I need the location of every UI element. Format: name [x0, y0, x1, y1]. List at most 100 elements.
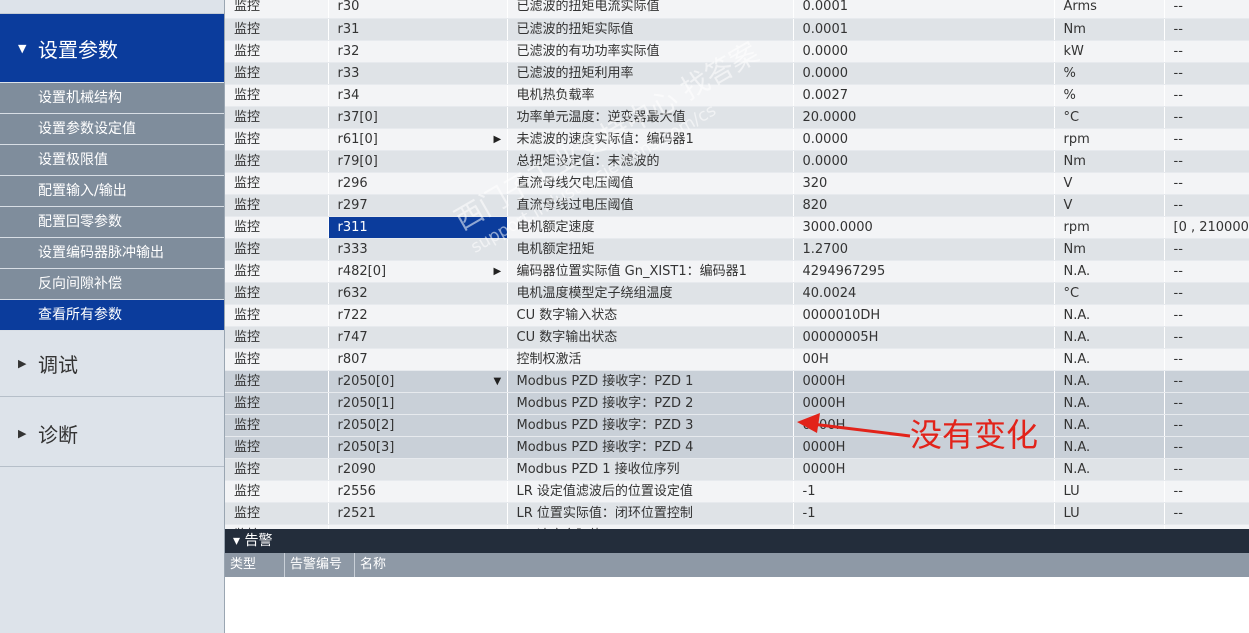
row-type[interactable]: 监控	[225, 106, 329, 129]
row-value[interactable]: 0.0027	[793, 84, 1055, 107]
row-param-number[interactable]: r2050[3]	[328, 436, 508, 459]
table-row[interactable]: 监控 r2556 LR 设定值滤波后的位置设定值 -1 LU --	[225, 480, 1249, 503]
table-row[interactable]: 监控 r32 已滤波的有功功率实际值 0.0000 kW --	[225, 40, 1249, 63]
row-unit[interactable]: V	[1054, 194, 1165, 217]
row-range[interactable]: --	[1164, 436, 1249, 459]
row-param-number[interactable]: r333	[328, 238, 508, 261]
row-range[interactable]: --	[1164, 348, 1249, 371]
row-unit[interactable]: °C	[1054, 106, 1165, 129]
row-type[interactable]: 监控	[225, 304, 329, 327]
row-unit[interactable]: Nm	[1054, 18, 1165, 41]
row-range[interactable]: --	[1164, 502, 1249, 525]
row-param-number[interactable]: r2090	[328, 458, 508, 481]
row-unit[interactable]: N.A.	[1054, 414, 1165, 437]
row-unit[interactable]: rpm	[1054, 216, 1165, 239]
sidebar-item-encoder-output[interactable]: 设置编码器脉冲输出	[0, 238, 224, 269]
alarm-col-name[interactable]: 名称	[355, 553, 445, 577]
row-unit[interactable]: LU	[1054, 502, 1165, 525]
row-param-name[interactable]: LR 位置实际值：闭环位置控制	[507, 502, 794, 525]
row-type[interactable]: 监控	[225, 392, 329, 415]
expand-right-icon[interactable]: ▶	[494, 129, 506, 150]
row-param-name[interactable]: 已滤波的扭矩实际值	[507, 18, 794, 41]
row-param-number[interactable]: r807	[328, 348, 508, 371]
table-row[interactable]: 监控 r37[0] 功率单元温度：逆变器最大值 20.0000 °C --	[225, 106, 1249, 129]
row-value[interactable]: 0000H	[793, 458, 1055, 481]
row-param-name[interactable]: LR 设定值滤波后的位置设定值	[507, 480, 794, 503]
row-unit[interactable]: LU	[1054, 480, 1165, 503]
alarm-panel-header[interactable]: ▾ 告警	[225, 529, 1249, 553]
row-param-number[interactable]: r31	[328, 18, 508, 41]
row-value[interactable]: -1	[793, 502, 1055, 525]
row-param-name[interactable]: 总扭矩设定值：未滤波的	[507, 150, 794, 173]
row-range[interactable]: --	[1164, 370, 1249, 393]
row-value[interactable]: 320	[793, 172, 1055, 195]
row-unit[interactable]: N.A.	[1054, 458, 1165, 481]
row-value[interactable]: 820	[793, 194, 1055, 217]
row-param-name[interactable]: Modbus PZD 1 接收位序列	[507, 458, 794, 481]
row-type[interactable]: 监控	[225, 150, 329, 173]
row-unit[interactable]: Arms	[1054, 0, 1165, 19]
row-param-name[interactable]: 已滤波的有功功率实际值	[507, 40, 794, 63]
row-type[interactable]: 监控	[225, 348, 329, 371]
table-row[interactable]: 监控 r632 电机温度模型定子绕组温度 40.0024 °C --	[225, 282, 1249, 305]
row-value[interactable]: 0.0001	[793, 18, 1055, 41]
row-value[interactable]: 3000.0000	[793, 216, 1055, 239]
row-type[interactable]: 监控	[225, 84, 329, 107]
row-value[interactable]: 00000005H	[793, 326, 1055, 349]
expand-right-icon[interactable]: ▶	[494, 261, 506, 282]
row-param-name[interactable]: CU 数字输入状态	[507, 304, 794, 327]
row-param-number[interactable]: r297	[328, 194, 508, 217]
alarm-col-type[interactable]: 类型	[225, 553, 285, 577]
sidebar-item-setpoints[interactable]: 设置参数设定值	[0, 114, 224, 145]
row-param-name[interactable]: 电机额定速度	[507, 216, 794, 239]
row-unit[interactable]: N.A.	[1054, 260, 1165, 283]
row-type[interactable]: 监控	[225, 458, 329, 481]
row-value[interactable]: 0000010DH	[793, 304, 1055, 327]
row-value[interactable]: -1	[793, 480, 1055, 503]
sidebar-item-all-params[interactable]: 查看所有参数	[0, 300, 224, 331]
sidebar-item-limits[interactable]: 设置极限值	[0, 145, 224, 176]
sidebar-header-set-params[interactable]: ▼ 设置参数	[0, 14, 224, 82]
row-value[interactable]: 00H	[793, 348, 1055, 371]
row-unit[interactable]: °C	[1054, 282, 1165, 305]
row-type[interactable]: 监控	[225, 260, 329, 283]
row-type[interactable]: 监控	[225, 18, 329, 41]
row-param-number[interactable]: r34	[328, 84, 508, 107]
row-range[interactable]: [0 , 210000]	[1164, 216, 1249, 239]
row-param-name[interactable]: 控制权激活	[507, 348, 794, 371]
table-row[interactable]: 监控 r297 直流母线过电压阈值 820 V --	[225, 194, 1249, 217]
table-row[interactable]: 监控 r2521 LR 位置实际值：闭环位置控制 -1 LU --	[225, 502, 1249, 525]
row-range[interactable]: --	[1164, 304, 1249, 327]
row-range[interactable]: --	[1164, 414, 1249, 437]
row-range[interactable]: --	[1164, 458, 1249, 481]
row-type[interactable]: 监控	[225, 194, 329, 217]
row-param-number[interactable]: r722	[328, 304, 508, 327]
row-unit[interactable]: rpm	[1054, 128, 1165, 151]
row-param-name[interactable]: 已滤波的扭矩利用率	[507, 62, 794, 85]
row-unit[interactable]: N.A.	[1054, 304, 1165, 327]
row-param-name[interactable]: ▶ 未滤波的速度实际值：编码器1	[494, 128, 794, 151]
row-range[interactable]: --	[1164, 392, 1249, 415]
row-range[interactable]: --	[1164, 238, 1249, 261]
row-value[interactable]: 0.0001	[793, 0, 1055, 19]
table-row[interactable]: 监控 r722 CU 数字输入状态 0000010DH N.A. --	[225, 304, 1249, 327]
row-range[interactable]: --	[1164, 194, 1249, 217]
row-unit[interactable]: N.A.	[1054, 392, 1165, 415]
table-row[interactable]: 监控 r311 电机额定速度 3000.0000 rpm [0 , 210000]	[225, 216, 1249, 239]
row-type[interactable]: 监控	[225, 172, 329, 195]
sidebar-item-backlash[interactable]: 反向间隙补偿	[0, 269, 224, 300]
row-type[interactable]: 监控	[225, 480, 329, 503]
table-row[interactable]: 监控 r61[0] ▶ 未滤波的速度实际值：编码器1 0.0000 rpm --	[225, 128, 1249, 151]
row-param-name[interactable]: 电机温度模型定子绕组温度	[507, 282, 794, 305]
row-param-number[interactable]: r2556	[328, 480, 508, 503]
row-value[interactable]: 20.0000	[793, 106, 1055, 129]
row-param-name[interactable]: ▶ 编码器位置实际值 Gn_XIST1：编码器1	[494, 260, 794, 283]
row-param-number[interactable]: r2050[2]	[328, 414, 508, 437]
row-param-name[interactable]: 已滤波的扭矩电流实际值	[507, 0, 794, 19]
table-row[interactable]: 监控 r2050[1] Modbus PZD 接收字：PZD 2 0000H N.A. -…	[225, 392, 1249, 415]
table-row[interactable]: 监控 r79[0] 总扭矩设定值：未滤波的 0.0000 Nm --	[225, 150, 1249, 173]
row-param-name[interactable]: 功率单元温度：逆变器最大值	[507, 106, 794, 129]
table-row[interactable]: 监控 r30 已滤波的扭矩电流实际值 0.0001 Arms --	[225, 0, 1249, 19]
row-unit[interactable]: V	[1054, 172, 1165, 195]
row-value[interactable]: 40.0024	[793, 282, 1055, 305]
